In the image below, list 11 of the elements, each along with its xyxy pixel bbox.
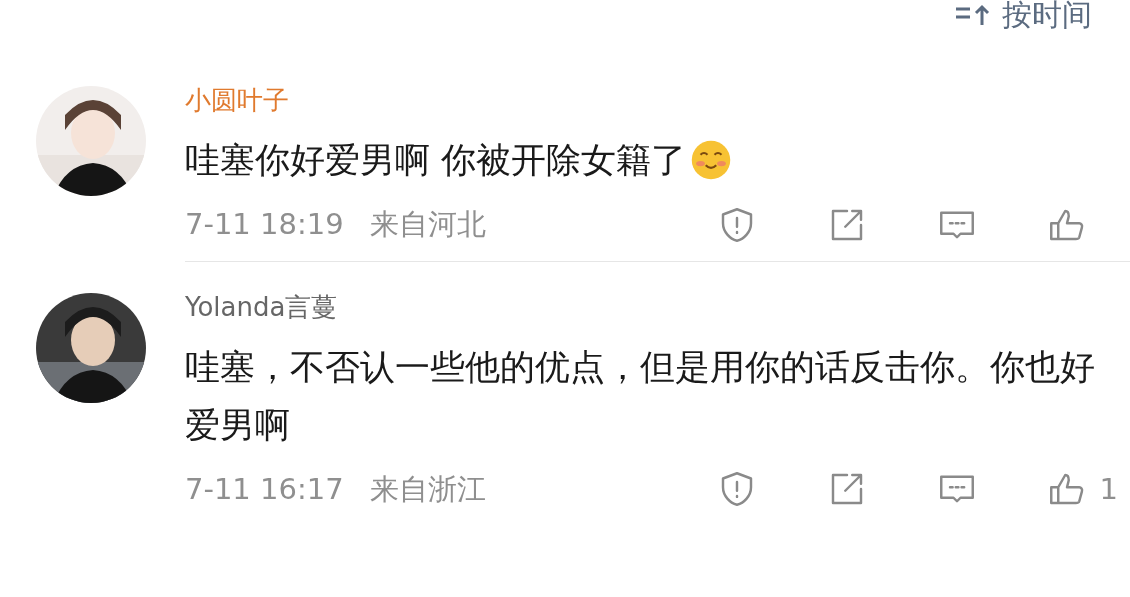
username[interactable]: Yolanda言蔓 bbox=[185, 291, 1118, 322]
blushing-face-icon bbox=[690, 139, 733, 181]
comment-time: 7-11 18:19 bbox=[185, 206, 345, 243]
comment-text: 哇塞你好爱男啊 你被开除女籍了 bbox=[185, 139, 687, 182]
like-count: 1 bbox=[1099, 470, 1118, 508]
username[interactable]: 小圆叶子 bbox=[185, 85, 1118, 115]
comment-location: 来自河北 bbox=[370, 206, 486, 243]
comment-time: 7-11 16:17 bbox=[185, 470, 345, 508]
comment-location: 来自浙江 bbox=[370, 470, 486, 508]
sort-option[interactable]: 按时间 bbox=[1002, 0, 1092, 30]
comment-text: 哇塞，不否认一些他的优点，但是用你的话反击你。你也好爱男啊 bbox=[185, 345, 1096, 447]
